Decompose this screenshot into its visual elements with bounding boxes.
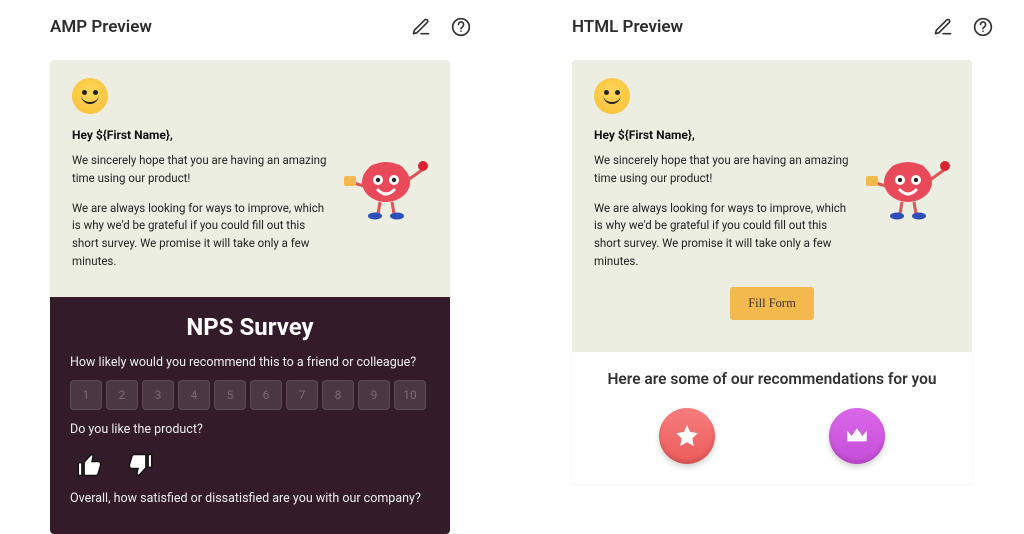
edit-icon[interactable]	[932, 16, 954, 38]
email-body-text: We sincerely hope that you are having an…	[594, 152, 856, 283]
nps-rating-3[interactable]: 3	[142, 380, 174, 410]
email-body: Hey ${First Name}, We sincerely hope tha…	[50, 60, 450, 297]
nps-rating-5[interactable]: 5	[214, 380, 246, 410]
panel-actions	[932, 16, 994, 38]
edit-icon[interactable]	[410, 16, 432, 38]
email-paragraph: We are always looking for ways to improv…	[594, 200, 856, 271]
crown-badge-icon[interactable]	[829, 408, 885, 464]
amp-preview-card: Hey ${First Name}, We sincerely hope tha…	[50, 60, 450, 534]
nps-scale: 1 2 3 4 5 6 7 8 9 10	[70, 380, 430, 410]
nps-rating-2[interactable]: 2	[106, 380, 138, 410]
email-body: Hey ${First Name}, We sincerely hope tha…	[572, 60, 972, 352]
nps-rating-4[interactable]: 4	[178, 380, 210, 410]
email-paragraph: We are always looking for ways to improv…	[72, 200, 334, 271]
nps-rating-8[interactable]: 8	[322, 380, 354, 410]
survey-question-2: Do you like the product?	[70, 422, 430, 437]
email-greeting: Hey ${First Name},	[72, 128, 428, 142]
html-preview-card: Hey ${First Name}, We sincerely hope tha…	[572, 60, 972, 484]
email-paragraph: We sincerely hope that you are having an…	[72, 152, 334, 188]
nps-rating-7[interactable]: 7	[286, 380, 318, 410]
survey-title: NPS Survey	[70, 313, 430, 341]
fill-form-button[interactable]: Fill Form	[730, 287, 814, 320]
help-icon[interactable]	[972, 16, 994, 38]
thumbs-up-icon[interactable]	[76, 451, 104, 479]
html-preview-panel: HTML Preview Hey ${First Name}, We since…	[552, 12, 994, 534]
nps-rating-10[interactable]: 10	[394, 380, 426, 410]
panel-header: AMP Preview	[30, 12, 472, 60]
recommendation-badges	[592, 408, 952, 464]
heart-character-icon	[344, 152, 428, 224]
smiley-icon	[594, 78, 630, 114]
heart-character-icon	[866, 152, 950, 224]
survey-question-3: Overall, how satisfied or dissatisfied a…	[70, 491, 430, 506]
email-paragraph: We sincerely hope that you are having an…	[594, 152, 856, 188]
panel-header: HTML Preview	[552, 12, 994, 60]
thumbs-down-icon[interactable]	[126, 451, 154, 479]
amp-preview-panel: AMP Preview Hey ${First Name}, We sincer…	[30, 12, 472, 534]
panel-actions	[410, 16, 472, 38]
email-body-text: We sincerely hope that you are having an…	[72, 152, 334, 283]
panel-title: AMP Preview	[50, 17, 152, 37]
nps-rating-6[interactable]: 6	[250, 380, 282, 410]
help-icon[interactable]	[450, 16, 472, 38]
recommendations-section: Here are some of our recommendations for…	[572, 352, 972, 484]
recommendations-title: Here are some of our recommendations for…	[592, 370, 952, 388]
panel-title: HTML Preview	[572, 17, 683, 37]
nps-rating-9[interactable]: 9	[358, 380, 390, 410]
survey-question-1: How likely would you recommend this to a…	[70, 355, 430, 370]
fill-form-row: Fill Form	[594, 283, 950, 338]
email-greeting: Hey ${First Name},	[594, 128, 950, 142]
thumbs-row	[70, 447, 430, 491]
nps-survey-section: NPS Survey How likely would you recommen…	[50, 297, 450, 534]
star-badge-icon[interactable]	[659, 408, 715, 464]
smiley-icon	[72, 78, 108, 114]
nps-rating-1[interactable]: 1	[70, 380, 102, 410]
